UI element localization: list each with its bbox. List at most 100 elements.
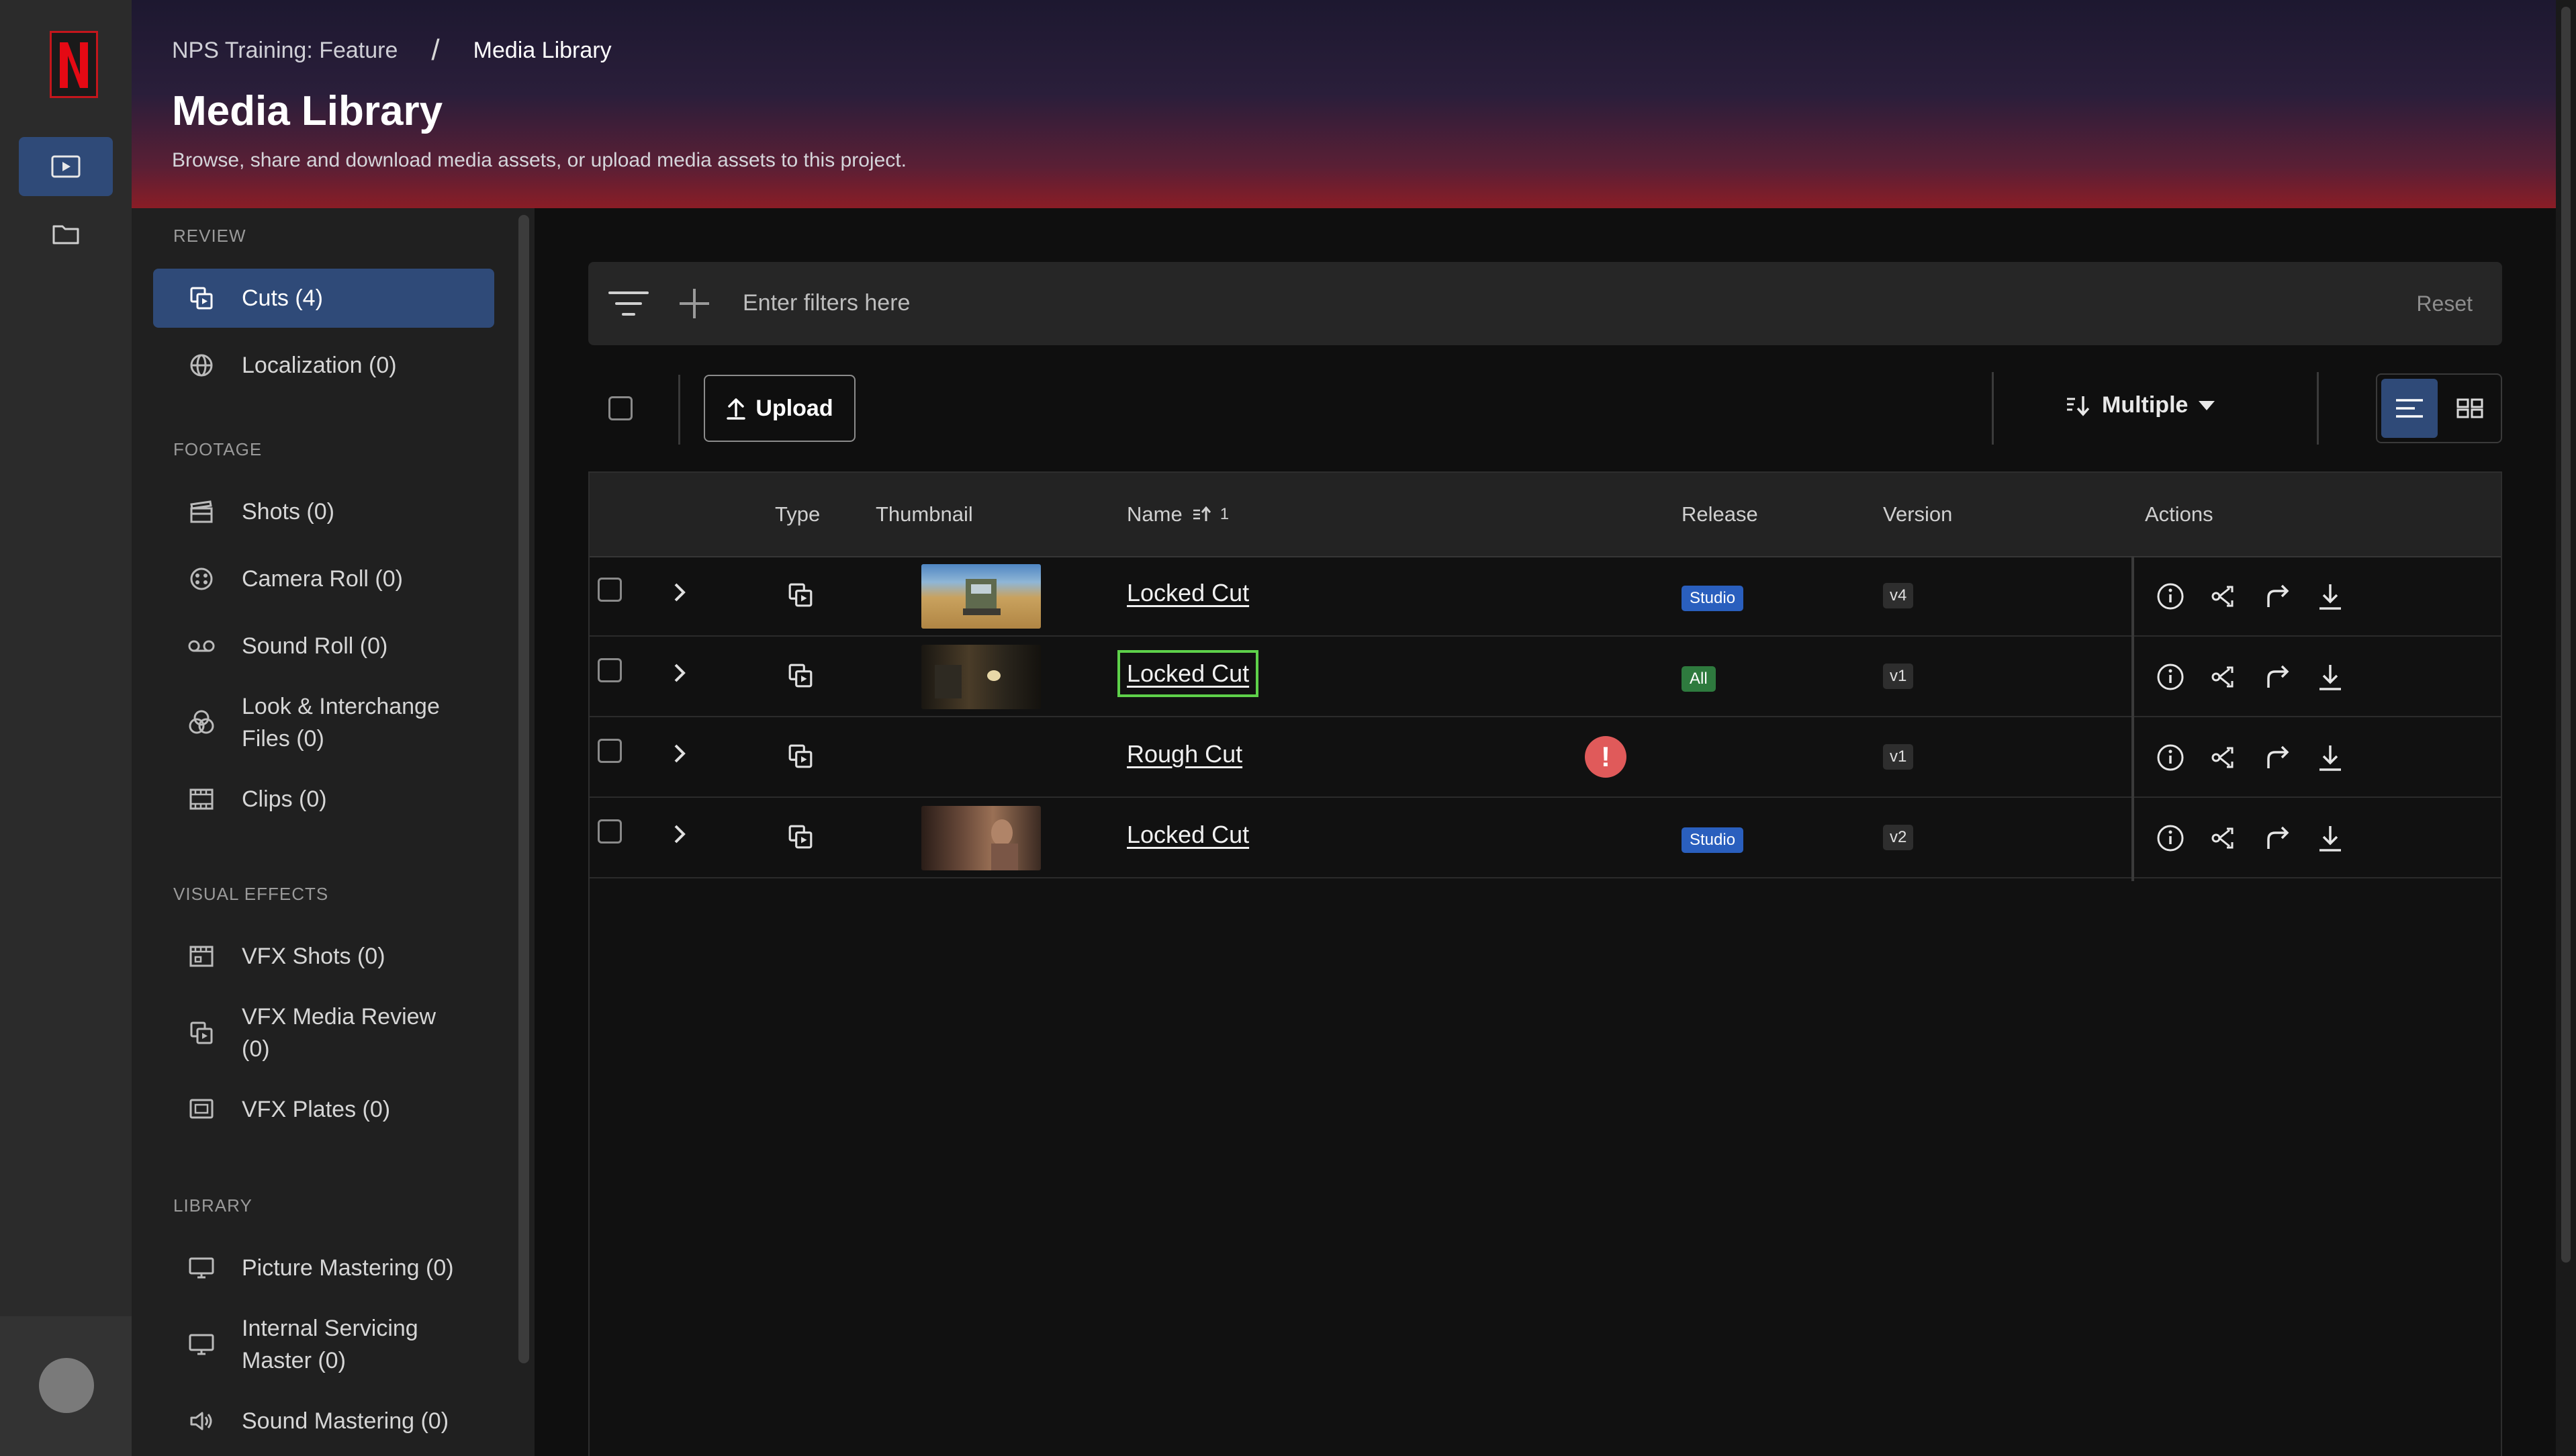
reset-button[interactable]: Reset (2416, 291, 2473, 316)
sidebar-item-localization[interactable]: Localization (0) (153, 336, 494, 395)
sidebar-item-vfx-media-review[interactable]: VFX Media Review (0) (153, 994, 494, 1072)
column-header-name-label: Name (1127, 502, 1183, 526)
plates-icon (181, 1098, 222, 1121)
thumbnail-image[interactable] (921, 564, 1041, 629)
sidebar-item-clips[interactable]: Clips (0) (153, 770, 494, 829)
row-checkbox[interactable] (598, 578, 622, 602)
column-header-name[interactable]: Name 1 (1127, 502, 1229, 527)
table-row[interactable]: Locked Cut Studio v4 (590, 556, 2501, 637)
forward-icon[interactable] (2263, 823, 2293, 856)
forward-icon[interactable] (2263, 662, 2293, 695)
asset-name-link[interactable]: Locked Cut (1127, 579, 1249, 607)
sidebar-item-look-interchange[interactable]: Look & Interchange Files (0) (153, 684, 494, 762)
app-rail (0, 0, 132, 1456)
sidebar-item-cuts[interactable]: Cuts (4) (153, 269, 494, 328)
sidebar-item-label: Clips (0) (242, 786, 327, 812)
section-heading-visual-effects: VISUAL EFFECTS (173, 884, 329, 904)
sort-label: Multiple (2102, 392, 2189, 418)
filter-bar[interactable]: Enter filters here Reset (588, 262, 2502, 345)
expand-chevron-icon[interactable] (673, 662, 686, 687)
table-row[interactable]: Locked Cut Studio v2 (590, 798, 2501, 878)
thumbnail-image[interactable] (921, 806, 1041, 870)
download-icon[interactable] (2315, 823, 2345, 856)
forward-icon[interactable] (2263, 582, 2293, 615)
media-icon (51, 155, 81, 178)
column-header-release[interactable]: Release (1682, 502, 1758, 527)
list-view-button[interactable] (2381, 379, 2438, 438)
sidebar-item-sound-mastering[interactable]: Sound Mastering (0) (153, 1392, 494, 1451)
column-header-version[interactable]: Version (1883, 502, 1952, 527)
info-icon[interactable] (2156, 582, 2185, 615)
sidebar-item-sound-roll[interactable]: Sound Roll (0) (153, 617, 494, 676)
upload-icon (727, 398, 746, 420)
media-library-nav-button[interactable] (19, 137, 113, 196)
share-icon[interactable] (2209, 743, 2239, 776)
sidebar-item-vfx-shots[interactable]: VFX Shots (0) (153, 927, 494, 986)
column-header-actions: Actions (2145, 502, 2213, 526)
info-icon[interactable] (2156, 662, 2185, 695)
sidebar-item-label: Shots (0) (242, 499, 334, 525)
netflix-logo[interactable] (50, 31, 98, 98)
version-badge: v4 (1883, 583, 1914, 608)
sort-dropdown[interactable]: Multiple (2066, 392, 2216, 418)
info-icon[interactable] (2156, 823, 2185, 856)
view-toggle (2376, 373, 2502, 443)
grid-view-icon (2456, 398, 2483, 418)
version-badge: v1 (1883, 744, 1914, 770)
row-checkbox[interactable] (598, 819, 622, 844)
section-heading-footage: FOOTAGE (173, 439, 263, 459)
filter-input[interactable]: Enter filters here (743, 290, 910, 316)
table-row[interactable]: Locked Cut All v1 (590, 637, 2501, 717)
version-badge: v1 (1883, 664, 1914, 689)
sort-icon (2067, 396, 2090, 416)
sidebar-item-internal-servicing-master[interactable]: Internal Servicing Master (0) (153, 1306, 494, 1383)
page-scrollbar-track[interactable] (2556, 0, 2576, 1456)
add-filter-icon[interactable] (676, 285, 713, 326)
table-row[interactable]: Rough Cut ! v1 (590, 717, 2501, 798)
forward-icon[interactable] (2263, 743, 2293, 776)
monitor-icon (181, 1333, 222, 1356)
sidebar-item-label: Look & Interchange Files (0) (242, 694, 440, 752)
expand-chevron-icon[interactable] (673, 582, 686, 606)
section-heading-review: REVIEW (173, 226, 246, 246)
row-checkbox[interactable] (598, 658, 622, 682)
thumbnail-image[interactable] (921, 645, 1041, 709)
asset-name-link[interactable]: Locked Cut (1117, 650, 1259, 697)
film-strip-icon (181, 788, 222, 811)
error-icon[interactable]: ! (1585, 736, 1626, 778)
column-header-type[interactable]: Type (775, 502, 820, 527)
sidebar-item-shots[interactable]: Shots (0) (153, 482, 494, 541)
sidebar-item-label: VFX Media Review (0) (242, 1004, 436, 1062)
cut-type-icon (787, 743, 814, 773)
download-icon[interactable] (2315, 662, 2345, 695)
select-all-checkbox[interactable] (608, 396, 633, 420)
filter-icon[interactable] (608, 289, 649, 322)
sidebar-item-camera-roll[interactable]: Camera Roll (0) (153, 549, 494, 608)
grid-view-button[interactable] (2442, 379, 2498, 438)
asset-name-link[interactable]: Rough Cut (1127, 740, 1242, 768)
expand-chevron-icon[interactable] (673, 823, 686, 848)
share-icon[interactable] (2209, 582, 2239, 615)
actions-column-divider (2131, 556, 2134, 881)
media-table: Type Thumbnail Name 1 Release Version Ac… (588, 471, 2502, 1456)
avatar[interactable] (39, 1358, 94, 1413)
sidebar-item-vfx-plates[interactable]: VFX Plates (0) (153, 1080, 494, 1139)
chevron-down-icon (2199, 400, 2215, 410)
share-icon[interactable] (2209, 823, 2239, 856)
download-icon[interactable] (2315, 582, 2345, 615)
folder-nav-button[interactable] (19, 204, 113, 263)
sidebar-item-picture-mastering[interactable]: Picture Mastering (0) (153, 1238, 494, 1298)
expand-chevron-icon[interactable] (673, 743, 686, 768)
cut-type-icon (787, 582, 814, 612)
section-heading-library: LIBRARY (173, 1195, 252, 1216)
sort-priority: 1 (1220, 505, 1230, 523)
upload-button[interactable]: Upload (704, 375, 856, 442)
asset-name-link[interactable]: Locked Cut (1127, 821, 1249, 849)
info-icon[interactable] (2156, 743, 2185, 776)
sidebar-scrollbar[interactable] (518, 215, 529, 1363)
row-checkbox[interactable] (598, 739, 622, 763)
share-icon[interactable] (2209, 662, 2239, 695)
breadcrumb-project[interactable]: NPS Training: Feature (172, 38, 398, 64)
download-icon[interactable] (2315, 743, 2345, 776)
page-scrollbar-thumb[interactable] (2561, 7, 2571, 1263)
